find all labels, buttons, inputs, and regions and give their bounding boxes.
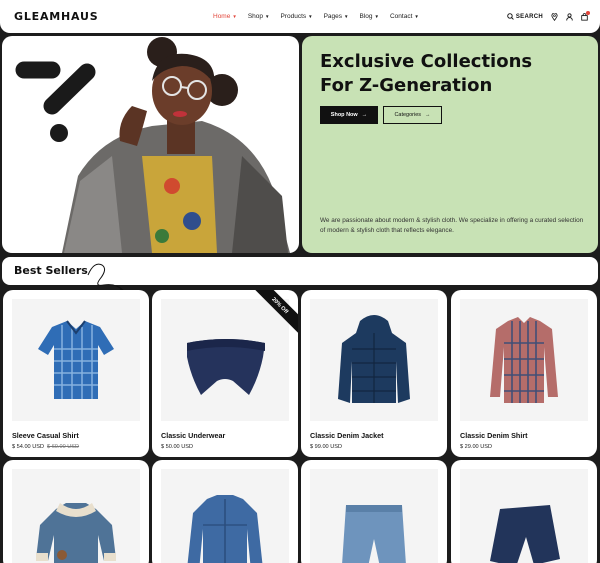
product-image[interactable] bbox=[310, 299, 438, 421]
product-name[interactable]: Classic Underwear bbox=[161, 431, 225, 440]
nav-item-contact[interactable]: Contact ▼ bbox=[390, 13, 419, 20]
site-header: GLEAMHAUS Home ▼ Shop ▼ Products ▼ Pages ▼ B… bbox=[0, 0, 600, 33]
site-logo[interactable]: GLEAMHAUS bbox=[14, 10, 98, 23]
nav-label: Contact bbox=[389, 13, 413, 20]
user-icon[interactable] bbox=[566, 12, 573, 21]
hero-title-line-2: For Z-Generation bbox=[320, 75, 493, 96]
chevron-down-icon: ▼ bbox=[344, 14, 349, 19]
best-sellers-header: Best Sellers bbox=[2, 257, 598, 295]
cart-icon[interactable] bbox=[581, 10, 590, 21]
product-card[interactable]: Classic Denim Jacket $ 99.00 USD bbox=[301, 290, 447, 457]
discount-badge: 20% Off bbox=[252, 290, 298, 336]
product-price: $ 54.00 USD $ 60.00 USD bbox=[12, 444, 79, 450]
product-price: $ 29.00 USD bbox=[460, 444, 492, 450]
nav-label: Shop bbox=[247, 13, 263, 20]
shirt-image bbox=[38, 320, 114, 399]
product-image[interactable] bbox=[12, 469, 140, 563]
product-image[interactable] bbox=[310, 469, 438, 563]
old-price: $ 60.00 USD bbox=[47, 444, 80, 450]
product-card[interactable]: Classic Denim Shirt $ 29.00 USD bbox=[451, 290, 597, 457]
location-pin-icon[interactable] bbox=[551, 12, 558, 21]
hero-title: Exclusive Collections For Z-Generation bbox=[320, 50, 590, 98]
nav-label: Home bbox=[213, 13, 231, 20]
hero-image-panel bbox=[2, 36, 299, 253]
arrow-right-icon: → bbox=[425, 112, 431, 118]
navy-shorts-image bbox=[490, 505, 560, 563]
denim-shorts-image bbox=[342, 505, 406, 563]
product-card[interactable] bbox=[3, 460, 149, 563]
product-name[interactable]: Classic Denim Jacket bbox=[310, 431, 384, 440]
product-card[interactable]: 20% Off Classic Underwear $ 50.00 USD bbox=[152, 290, 298, 457]
categories-label: Categories bbox=[394, 112, 422, 118]
categories-button[interactable]: Categories → bbox=[383, 106, 442, 124]
product-image[interactable] bbox=[161, 469, 289, 563]
chevron-down-icon: ▼ bbox=[232, 14, 237, 19]
chevron-down-icon: ▼ bbox=[414, 14, 419, 19]
nav-label: Products bbox=[280, 13, 307, 20]
denim-jacket-image bbox=[187, 495, 263, 563]
shop-now-button[interactable]: Shop Now → bbox=[320, 106, 378, 124]
product-card[interactable] bbox=[152, 460, 298, 563]
hero-description: We are passionate about modern & stylish… bbox=[320, 217, 584, 234]
discount-label: 20% Off bbox=[252, 290, 298, 333]
current-price: $ 50.00 USD bbox=[161, 444, 194, 450]
chevron-down-icon: ▼ bbox=[374, 14, 379, 19]
product-card[interactable]: Sleeve Casual Shirt $ 54.00 USD $ 60.00 U… bbox=[3, 290, 149, 457]
nav-item-products[interactable]: Products ▼ bbox=[280, 13, 312, 20]
product-image[interactable] bbox=[460, 299, 588, 421]
chevron-down-icon: ▼ bbox=[265, 14, 270, 19]
product-name[interactable]: Classic Denim Shirt bbox=[460, 431, 528, 440]
product-price: $ 50.00 USD bbox=[161, 444, 193, 450]
arrow-right-icon: → bbox=[361, 112, 368, 118]
nav-item-shop[interactable]: Shop ▼ bbox=[248, 13, 270, 20]
section-title: Best Sellers bbox=[14, 264, 88, 277]
current-price: $ 54.00 USD bbox=[12, 444, 45, 450]
sherpa-jacket-image bbox=[36, 503, 116, 563]
search-icon bbox=[507, 13, 514, 20]
nav-label: Blog bbox=[359, 13, 373, 20]
long-sleeve-shirt-image bbox=[490, 317, 558, 403]
puffer-jacket-image bbox=[338, 315, 410, 403]
product-image[interactable] bbox=[460, 469, 588, 563]
product-card[interactable] bbox=[451, 460, 597, 563]
hero-content-panel: Exclusive Collections For Z-Generation S… bbox=[302, 36, 598, 253]
search-label: SEARCH bbox=[515, 13, 543, 20]
cart-badge bbox=[586, 10, 590, 15]
product-card[interactable] bbox=[301, 460, 447, 563]
header-actions: SEARCH bbox=[507, 0, 590, 33]
product-name[interactable]: Sleeve Casual Shirt bbox=[12, 431, 79, 440]
nav-item-pages[interactable]: Pages ▼ bbox=[324, 13, 349, 20]
nav-item-home[interactable]: Home ▼ bbox=[213, 13, 237, 20]
hero-title-line-1: Exclusive Collections bbox=[320, 51, 533, 72]
current-price: $ 29.00 USD bbox=[460, 444, 493, 450]
shop-now-label: Shop Now bbox=[330, 112, 358, 118]
nav-item-blog[interactable]: Blog ▼ bbox=[360, 13, 379, 20]
chevron-down-icon: ▼ bbox=[308, 14, 313, 19]
hero-model-image bbox=[15, 37, 290, 253]
nav-label: Pages bbox=[323, 13, 343, 20]
current-price: $ 99.00 USD bbox=[310, 444, 343, 450]
product-price: $ 99.00 USD bbox=[310, 444, 342, 450]
main-nav: Home ▼ Shop ▼ Products ▼ Pages ▼ Blog ▼ Conta… bbox=[213, 0, 419, 33]
search-button[interactable]: SEARCH bbox=[507, 13, 543, 20]
product-image[interactable] bbox=[12, 299, 140, 421]
